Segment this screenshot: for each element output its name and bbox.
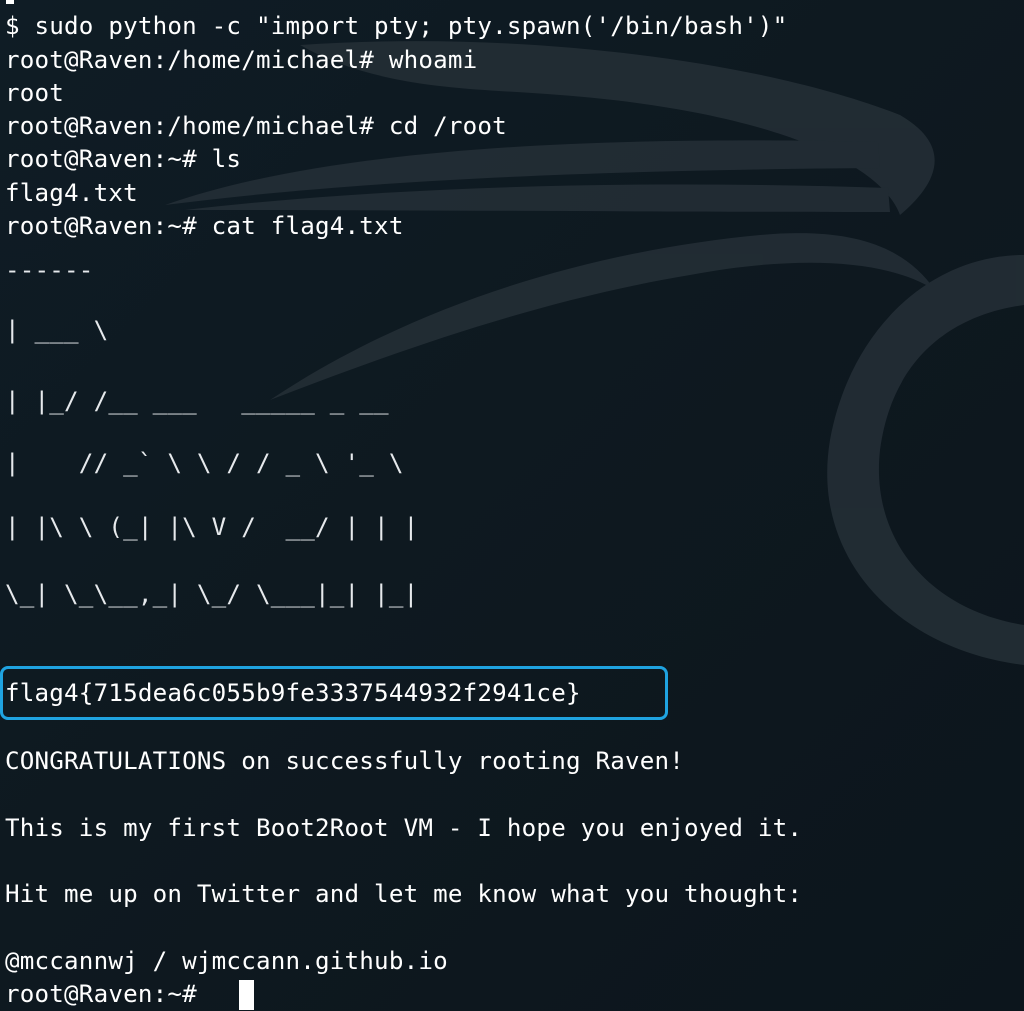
terminal-line-prompt-whoami: root@Raven:/home/michael# whoami: [5, 46, 478, 74]
terminal-line-output-root: root: [5, 79, 65, 107]
scrollback-remnant: [6, 0, 14, 4]
first-boot2root-message: This is my first Boot2Root VM - I hope y…: [5, 814, 803, 842]
congratulations-message: CONGRATULATIONS on successfully rooting …: [5, 747, 685, 775]
author-contact: @mccannwj / wjmccann.github.io: [5, 947, 448, 975]
terminal-line-command-sudo-python: $ sudo python -c "import pty; pty.spawn(…: [5, 12, 788, 40]
ascii-art-line-6: \_| \_\__,_| \_/ \___|_| |_|: [5, 580, 419, 608]
terminal-window[interactable]: $ sudo python -c "import pty; pty.spawn(…: [0, 0, 1024, 1011]
flag4-value: flag4{715dea6c055b9fe3337544932f2941ce}: [5, 679, 581, 707]
ascii-art-line-4: | // _` \ \ / / _ \ '_ \: [5, 449, 404, 477]
terminal-current-prompt[interactable]: root@Raven:~#: [5, 978, 212, 1011]
terminal-line-prompt-cat-flag4: root@Raven:~# cat flag4.txt: [5, 212, 404, 240]
twitter-message: Hit me up on Twitter and let me know wha…: [5, 880, 803, 908]
terminal-line-prompt-cd-root: root@Raven:/home/michael# cd /root: [5, 112, 507, 140]
ascii-art-line-3: | |_/ /__ ___ _____ _ __: [5, 387, 389, 415]
terminal-line-output-flag4-file: flag4.txt: [5, 179, 138, 207]
ascii-art-line-1: ------: [5, 256, 94, 284]
ascii-art-line-5: | |\ \ (_| |\ V / __/ | | |: [5, 513, 419, 541]
terminal-line-prompt-ls: root@Raven:~# ls: [5, 145, 242, 173]
text-cursor: [239, 980, 254, 1010]
ascii-art-line-2: | ___ \: [5, 316, 109, 344]
